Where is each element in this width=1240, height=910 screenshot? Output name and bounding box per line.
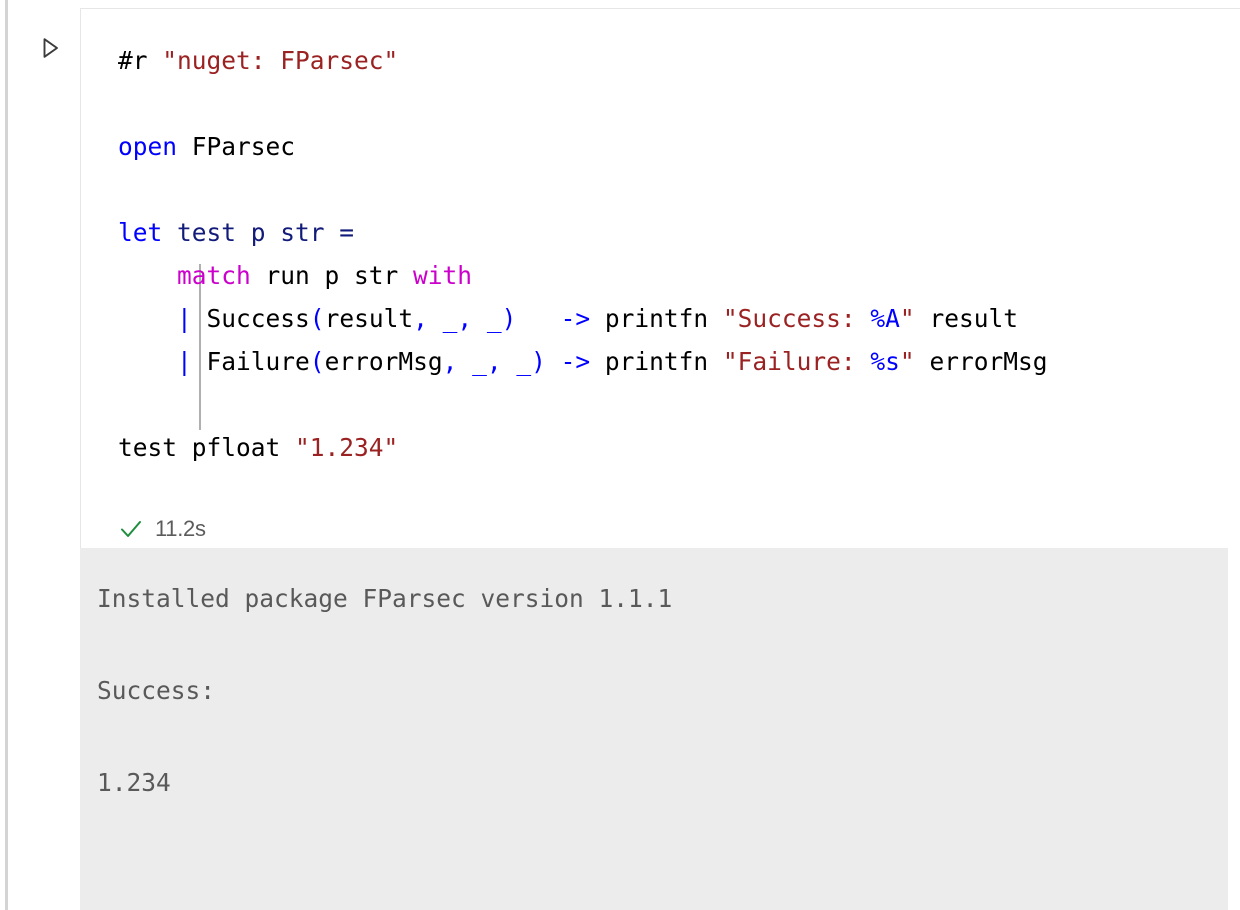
code-token: " (899, 304, 915, 333)
code-token: printfn (590, 347, 723, 376)
code-token: with (413, 261, 473, 290)
cell-output-panel: Installed package FParsec version 1.1.1 … (80, 548, 1228, 910)
code-token: -> (560, 347, 591, 376)
code-token: "Success: (722, 304, 871, 333)
code-token: Failure (191, 347, 310, 376)
code-token: let (118, 218, 163, 247)
code-token: match (177, 261, 251, 290)
check-icon (118, 516, 144, 542)
code-token: open (118, 132, 178, 161)
code-token: FParsec (177, 132, 296, 161)
code-token: %s (870, 347, 900, 376)
code-token: | (177, 347, 192, 376)
code-line: let test p str = (118, 211, 1047, 254)
code-token: printfn (590, 304, 723, 333)
code-token: run p str (250, 261, 414, 290)
code-token: -> (560, 304, 591, 333)
code-line: open FParsec (118, 125, 1047, 168)
code-token: " (899, 347, 915, 376)
code-token: , _, _) (442, 347, 546, 376)
code-cell[interactable]: #r "nuget: FParsec" open FParsec let tes… (80, 8, 1240, 548)
code-token: test p str = (162, 218, 355, 247)
code-line: match run p str with (118, 254, 1047, 297)
output-line: 1.234 (97, 768, 171, 797)
code-token: #r (118, 46, 163, 75)
code-token: Success (191, 304, 310, 333)
code-token: ( (309, 347, 325, 376)
notebook-cell-view: #r "nuget: FParsec" open FParsec let tes… (0, 0, 1240, 910)
code-token: ( (309, 304, 325, 333)
code-line: test pfloat "1.234" (118, 426, 1047, 469)
code-line: #r "nuget: FParsec" (118, 39, 1047, 82)
cell-output-text: Installed package FParsec version 1.1.1 … (97, 576, 672, 806)
code-line: | Failure(errorMsg, _, _) -> printfn "Fa… (118, 340, 1047, 383)
code-token: errorMsg (324, 347, 443, 376)
code-token: result (914, 304, 1018, 333)
code-token: test pfloat (118, 433, 296, 462)
play-triangle-icon (37, 35, 63, 61)
cell-execution-status: 11.2s (118, 509, 206, 548)
code-token: | (177, 304, 192, 333)
code-token: %A (870, 304, 900, 333)
code-token: "Failure: (722, 347, 871, 376)
code-token: , _, _) (413, 304, 517, 333)
code-token: result (324, 304, 414, 333)
code-token: errorMsg (914, 347, 1048, 376)
code-editor[interactable]: #r "nuget: FParsec" open FParsec let tes… (118, 39, 1047, 469)
output-line: Success: (97, 676, 216, 705)
cell-run-gutter (8, 8, 80, 548)
code-line: | Success(result, _, _) -> printfn "Succ… (118, 297, 1047, 340)
run-cell-button[interactable] (36, 34, 64, 62)
execution-duration: 11.2s (155, 516, 206, 541)
code-token: "1.234" (295, 433, 399, 462)
output-line: Installed package FParsec version 1.1.1 (97, 584, 673, 613)
code-token: "nuget: FParsec" (162, 46, 399, 75)
